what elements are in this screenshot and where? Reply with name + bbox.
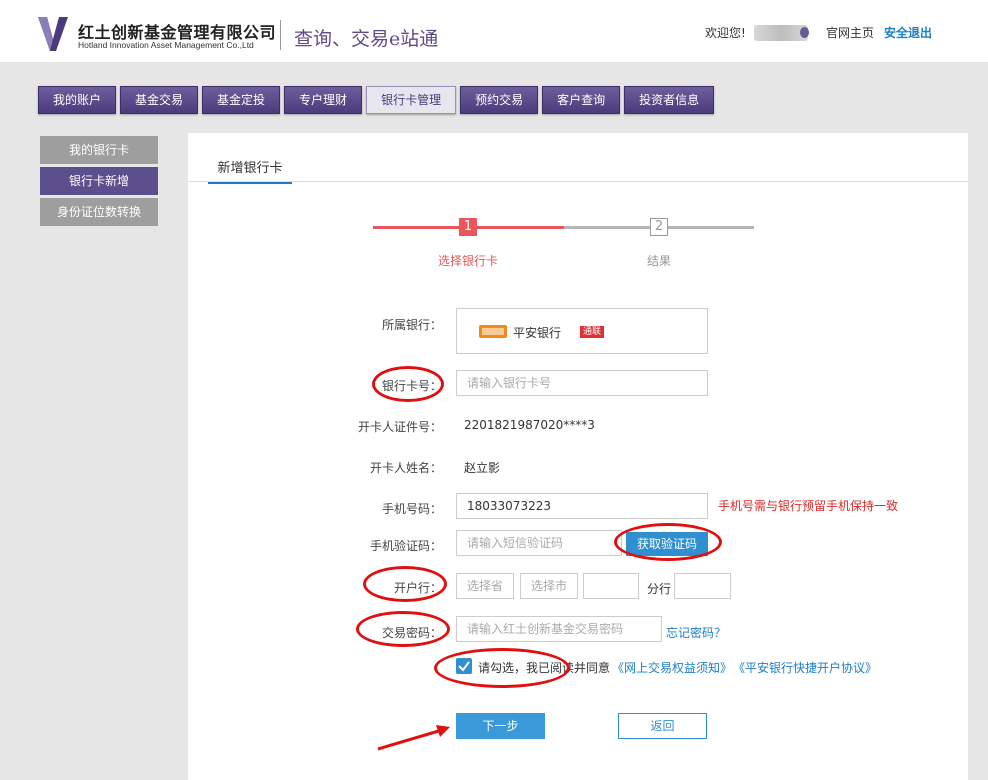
back-button[interactable]: 返回	[618, 713, 707, 739]
pingan-bank-logo-icon	[479, 325, 507, 338]
agreement-link-pingan[interactable]: 《平安银行快捷开户协议》	[733, 659, 877, 676]
nav-tab-customer-query[interactable]: 客户查询	[542, 86, 621, 114]
main-nav: 我的账户 基金交易 基金定投 专户理财 银行卡管理 预约交易 客户查询 投资者信…	[38, 86, 715, 114]
annotation-get-code	[614, 523, 722, 561]
sub-branch-input[interactable]	[674, 573, 731, 599]
card-number-input[interactable]: 请输入银行卡号	[456, 370, 708, 396]
tab-add-card[interactable]: 新增银行卡	[208, 157, 292, 184]
phone-hint: 手机号需与银行预留手机保持一致	[718, 499, 899, 513]
step-1-label: 选择银行卡	[438, 254, 499, 268]
header: 红土创新基金管理有限公司 Hotland Innovation Asset Ma…	[0, 0, 988, 62]
company-logo-icon	[38, 17, 68, 51]
step-1-box: 1	[459, 218, 477, 236]
sms-code-input[interactable]: 请输入短信验证码	[456, 530, 622, 556]
id-number-label: 开卡人证件号：	[357, 420, 442, 434]
user-avatar-icon	[800, 27, 809, 38]
city-select[interactable]: 选择市	[520, 573, 578, 599]
forgot-password-link[interactable]: 忘记密码？	[666, 624, 726, 641]
home-link[interactable]: 官网主页	[826, 24, 874, 41]
holder-name-value: 赵立影	[464, 461, 501, 475]
logout-link[interactable]: 安全退出	[884, 24, 932, 41]
sidebar-item-my-cards[interactable]: 我的银行卡	[40, 136, 158, 164]
nav-tab-fund-plan[interactable]: 基金定投	[202, 86, 281, 114]
annotation-card-number	[372, 366, 444, 402]
logo-divider	[280, 20, 281, 50]
bank-badge: 通联	[580, 326, 605, 338]
next-button[interactable]: 下一步	[456, 713, 545, 739]
sidebar-item-add-card[interactable]: 银行卡新增	[40, 167, 158, 195]
company-name-en: Hotland Innovation Asset Management Co.,…	[78, 40, 254, 50]
bank-select-box[interactable]: 平安银行 通联	[456, 308, 708, 354]
slogan: 查询、交易e站通	[294, 28, 439, 50]
nav-tab-fund-trade[interactable]: 基金交易	[120, 86, 199, 114]
province-select[interactable]: 选择省	[456, 573, 514, 599]
annotation-branch	[363, 566, 447, 602]
bank-name: 平安银行	[513, 326, 562, 340]
annotation-agreement	[434, 648, 570, 688]
bank-label: 所属银行：	[381, 318, 442, 332]
phone-input[interactable]: 18033073223	[456, 493, 708, 519]
welcome-text: 欢迎您!	[705, 26, 746, 40]
holder-name-label: 开卡人姓名：	[369, 461, 442, 475]
nav-tab-account[interactable]: 我的账户	[38, 86, 117, 114]
step-2-box: 2	[650, 218, 668, 236]
nav-tab-investor-info[interactable]: 投资者信息	[624, 86, 715, 114]
nav-tab-bank-card[interactable]: 银行卡管理	[366, 86, 457, 114]
step-2-label: 结果	[647, 254, 672, 268]
nav-tab-reserve-trade[interactable]: 预约交易	[460, 86, 539, 114]
phone-label: 手机号码：	[381, 502, 442, 516]
tab-divider	[188, 181, 968, 182]
sms-code-label: 手机验证码：	[369, 539, 442, 553]
annotation-arrow-icon	[377, 725, 450, 751]
branch-input[interactable]	[583, 573, 639, 599]
nav-tab-private-wealth[interactable]: 专户理财	[284, 86, 363, 114]
agreement-link-rights[interactable]: 《网上交易权益须知》	[612, 659, 732, 676]
content-panel: 新增银行卡	[188, 133, 968, 780]
annotation-password	[356, 611, 450, 647]
password-input[interactable]: 请输入红土创新基金交易密码	[456, 616, 662, 642]
branch-suffix: 分行	[647, 582, 672, 596]
sidebar-item-id-convert[interactable]: 身份证位数转换	[40, 198, 158, 226]
id-number-value: 2201821987020****3	[464, 418, 595, 432]
